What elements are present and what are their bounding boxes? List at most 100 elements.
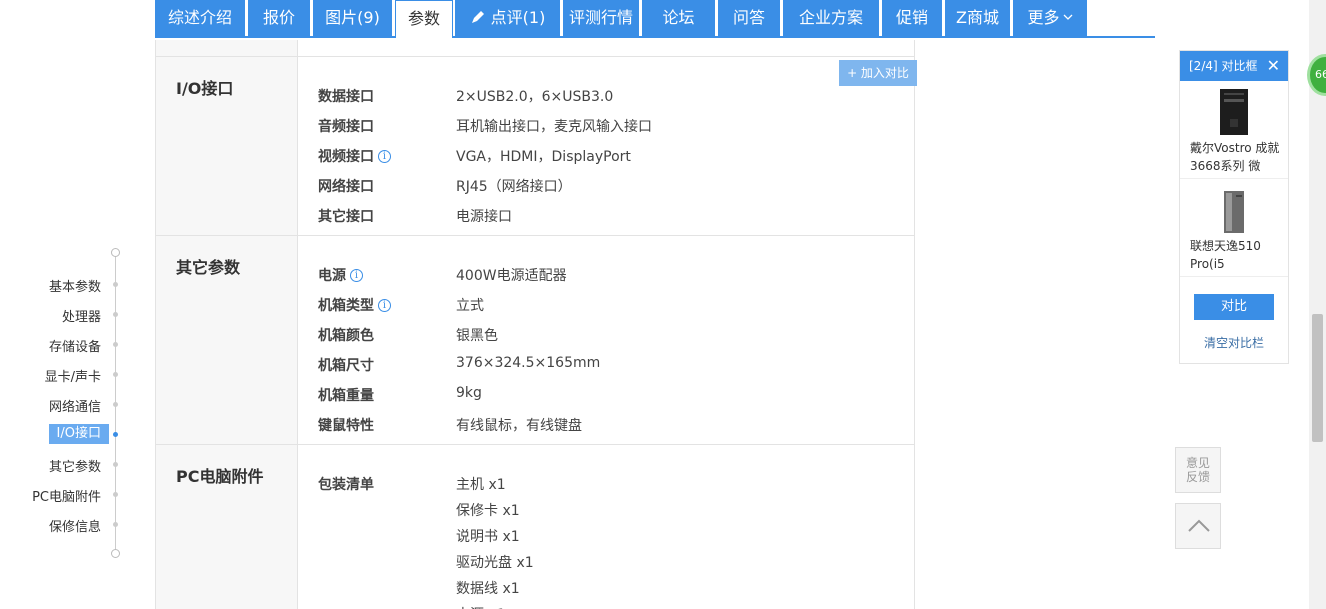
tab-10[interactable]: Z商城 bbox=[945, 0, 1010, 36]
anchor-nav-dot bbox=[113, 492, 118, 497]
param-value: 电源接口 bbox=[456, 209, 512, 225]
param-label: 网络接口 bbox=[318, 176, 374, 196]
feedback-button[interactable]: 意见反馈 bbox=[1175, 447, 1221, 493]
chevron-up-icon bbox=[1188, 519, 1210, 532]
param-label: 视频接口 i bbox=[318, 146, 391, 166]
tab-0[interactable]: 综述介绍 bbox=[155, 0, 245, 36]
param-value: 主机 x1 bbox=[456, 477, 506, 493]
anchor-nav-item[interactable]: 存储设备 bbox=[49, 336, 101, 355]
top-tab-bar: 综述介绍 报价 图片(9) 参数 点评(1) 评测行情 论坛 问答 企业方案 促销 Z商城 更多 bbox=[155, 0, 1155, 38]
compare-item[interactable]: 联想天逸510 Pro(i5 7400/8GB/ bbox=[1180, 185, 1288, 277]
anchor-nav: 基本参数处理器存储设备显卡/声卡网络通信 I/O接口其它参数 PC电脑附件保修信息 bbox=[0, 248, 125, 558]
tab-6[interactable]: 论坛 bbox=[642, 0, 715, 36]
anchor-nav-item[interactable]: 保修信息 bbox=[49, 516, 101, 535]
anchor-nav-dot bbox=[113, 282, 118, 287]
back-to-top-button[interactable] bbox=[1175, 503, 1221, 549]
anchor-nav-dot bbox=[113, 312, 118, 317]
param-value: 376×324.5×165mm bbox=[456, 355, 601, 371]
param-value: 驱动光盘 x1 bbox=[456, 555, 534, 571]
compare-box: [2/4] 对比框 ✕ 戴尔Vostro 成就 3668系列 微 联想天逸510… bbox=[1179, 50, 1289, 364]
anchor-nav-item[interactable]: 网络通信 bbox=[49, 396, 101, 415]
feedback-label: 意见反馈 bbox=[1185, 456, 1210, 484]
param-label-text: 机箱类型 bbox=[318, 298, 374, 314]
compare-box-header: [2/4] 对比框 ✕ bbox=[1180, 51, 1288, 81]
anchor-nav-item[interactable]: 基本参数 bbox=[49, 276, 101, 295]
page: { "topnav": { "tabs": [ {"label": "综述介绍"… bbox=[0, 0, 1326, 609]
param-value: 电源 x1 bbox=[456, 604, 506, 609]
section-title-column bbox=[156, 40, 298, 609]
anchor-nav-item[interactable]: 其它参数 bbox=[49, 456, 101, 475]
compare-box-title: [2/4] 对比框 bbox=[1189, 59, 1258, 73]
anchor-nav-dot bbox=[113, 462, 118, 467]
param-label: 机箱重量 bbox=[318, 385, 374, 405]
compare-item-name[interactable]: 联想天逸510 Pro(i5 7400/8GB/ bbox=[1190, 237, 1282, 273]
tab-9[interactable]: 促销 bbox=[882, 0, 942, 36]
param-label-text: 机箱重量 bbox=[318, 388, 374, 404]
param-value: VGA，HDMI，DisplayPort bbox=[456, 149, 631, 165]
scrollbar-thumb[interactable] bbox=[1312, 314, 1323, 442]
anchor-nav-item[interactable]: 处理器 bbox=[62, 306, 101, 325]
compare-button[interactable]: 对比 bbox=[1194, 294, 1274, 320]
tab-label: 更多 bbox=[1027, 8, 1060, 27]
tab-3[interactable]: 参数 bbox=[395, 0, 453, 38]
anchor-nav-item[interactable]: I/O接口 bbox=[48, 424, 109, 444]
param-value: 说明书 x1 bbox=[456, 529, 520, 545]
add-to-compare-button[interactable]: + 加入对比 bbox=[839, 60, 917, 86]
param-label: 机箱尺寸 bbox=[318, 355, 374, 375]
tab-label: 图片(9) bbox=[325, 8, 380, 27]
param-value: RJ45（网络接口） bbox=[456, 179, 572, 195]
param-value: 2×USB2.0，6×USB3.0 bbox=[456, 89, 614, 105]
tab-label: 报价 bbox=[262, 8, 295, 27]
param-value: 保修卡 x1 bbox=[456, 503, 520, 519]
param-label: 包装清单 bbox=[318, 474, 374, 494]
param-value: 耳机输出接口，麦克风输入接口 bbox=[456, 119, 652, 135]
tab-label: 点评(1) bbox=[490, 8, 546, 27]
anchor-nav-dot bbox=[113, 432, 118, 437]
param-label: 机箱类型 i bbox=[318, 295, 391, 315]
param-label: 数据接口 bbox=[318, 86, 374, 106]
tab-5[interactable]: 评测行情 bbox=[563, 0, 639, 36]
param-label: 键鼠特性 bbox=[318, 415, 374, 435]
info-icon[interactable]: i bbox=[350, 268, 363, 282]
tab-2[interactable]: 图片(9) bbox=[313, 0, 392, 36]
section-title: PC电脑附件 bbox=[176, 467, 264, 486]
section-divider bbox=[156, 56, 915, 57]
desktop-tower-icon bbox=[1224, 191, 1244, 233]
chevron-down-icon bbox=[1060, 8, 1073, 27]
clear-compare-link[interactable]: 清空对比栏 bbox=[1180, 334, 1288, 351]
param-label-text: 包装清单 bbox=[318, 477, 374, 493]
info-icon[interactable]: i bbox=[378, 298, 391, 312]
param-label-text: 视频接口 bbox=[318, 149, 374, 165]
compare-item[interactable]: 戴尔Vostro 成就 3668系列 微 bbox=[1180, 87, 1288, 179]
param-label: 机箱颜色 bbox=[318, 325, 374, 345]
tab-8[interactable]: 企业方案 bbox=[783, 0, 879, 36]
anchor-nav-dot bbox=[113, 522, 118, 527]
info-icon[interactable]: i bbox=[378, 149, 391, 163]
section-divider bbox=[156, 444, 915, 445]
tab-label: 评测行情 bbox=[568, 8, 633, 27]
tab-7[interactable]: 问答 bbox=[718, 0, 780, 36]
compare-item-name[interactable]: 戴尔Vostro 成就 3668系列 微 bbox=[1190, 139, 1282, 175]
tab-1[interactable]: 报价 bbox=[248, 0, 310, 36]
param-value: 400W电源适配器 bbox=[456, 268, 567, 284]
anchor-nav-end-circle bbox=[111, 549, 120, 558]
param-label: 其它接口 bbox=[318, 206, 374, 226]
tab-4[interactable]: 点评(1) bbox=[455, 0, 560, 36]
anchor-nav-item[interactable]: 显卡/声卡 bbox=[45, 366, 101, 385]
param-label-text: 键鼠特性 bbox=[318, 418, 374, 434]
desktop-tower-icon bbox=[1220, 89, 1248, 135]
param-label-text: 机箱颜色 bbox=[318, 328, 374, 344]
param-label-text: 音频接口 bbox=[318, 119, 374, 135]
anchor-nav-item[interactable]: PC电脑附件 bbox=[32, 486, 101, 505]
param-label-text: 网络接口 bbox=[318, 179, 374, 195]
tab-11[interactable]: 更多 bbox=[1013, 0, 1087, 36]
close-icon[interactable]: ✕ bbox=[1267, 51, 1280, 81]
tab-label: Z商城 bbox=[956, 8, 999, 27]
tab-label: 论坛 bbox=[662, 8, 695, 27]
tab-label: 问答 bbox=[732, 8, 765, 27]
param-label-text: 其它接口 bbox=[318, 209, 374, 225]
section-title: I/O接口 bbox=[176, 79, 234, 98]
param-label: 电源 i bbox=[318, 265, 363, 285]
tab-label: 参数 bbox=[407, 9, 440, 28]
param-label-text: 电源 bbox=[318, 268, 346, 284]
